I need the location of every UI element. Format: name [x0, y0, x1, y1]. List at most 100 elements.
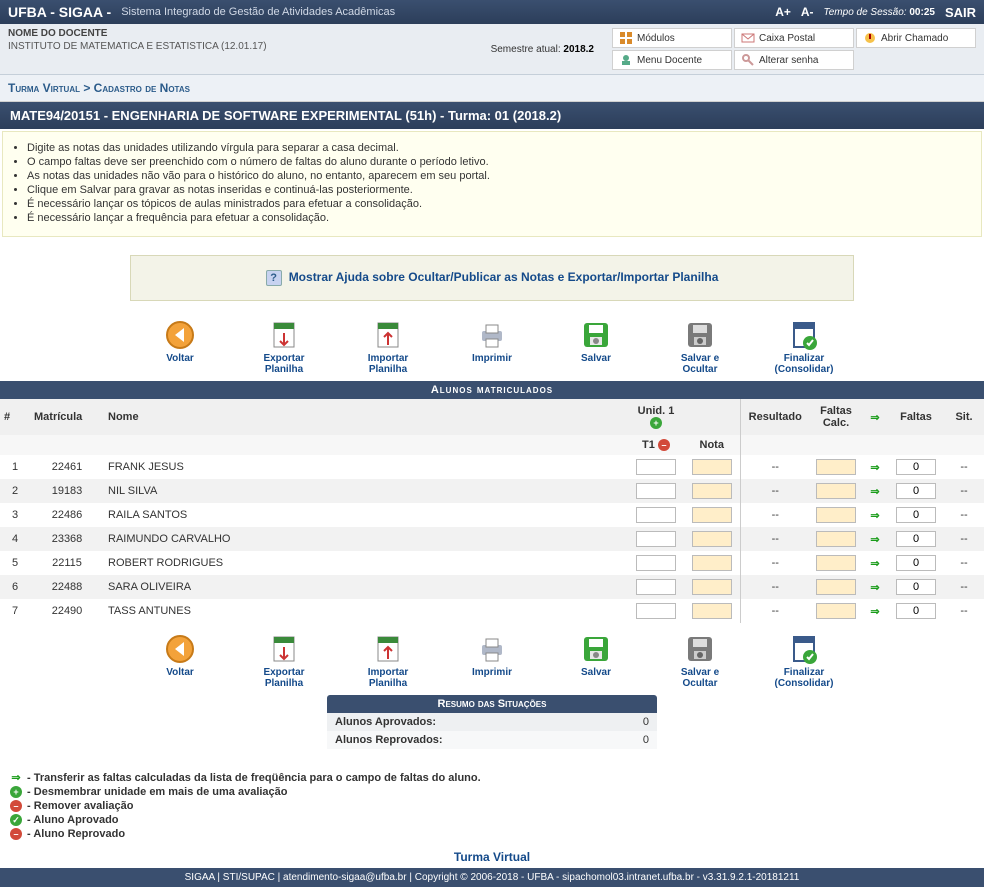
font-decrease[interactable]: A-: [801, 5, 814, 19]
tip-item: Digite as notas das unidades utilizando …: [27, 142, 971, 154]
salvar-button[interactable]: Salvar: [558, 319, 634, 375]
voltar-button[interactable]: Voltar: [142, 633, 218, 689]
cell-nome: RAIMUNDO CARVALHO: [104, 527, 628, 551]
cell-matricula: 22115: [30, 551, 104, 575]
faltas-input[interactable]: [896, 603, 936, 619]
faltas-input[interactable]: [896, 483, 936, 499]
menu-abrir-chamado[interactable]: Abrir Chamado: [856, 28, 976, 48]
menu-alterar-senha[interactable]: Alterar senha: [734, 50, 854, 70]
approved-icon: ✓: [8, 814, 24, 826]
legend-item: - Desmembrar unidade em mais de uma aval…: [24, 786, 288, 798]
faltas-input[interactable]: [896, 507, 936, 523]
arrow-right-icon[interactable]: ⇒: [870, 412, 879, 424]
cell-resultado: --: [740, 575, 810, 599]
finalizar-button[interactable]: Finalizar (Consolidar): [766, 319, 842, 375]
t1-input[interactable]: [636, 603, 676, 619]
cell-nome: RAILA SANTOS: [104, 503, 628, 527]
importar-planilha-button[interactable]: Importar Planilha: [350, 633, 426, 689]
t1-input[interactable]: [636, 531, 676, 547]
instructions-box: Digite as notas das unidades utilizando …: [2, 131, 982, 237]
table-row: 522115ROBERT RODRIGUES--⇒--: [0, 551, 984, 575]
tip-item: Clique em Salvar para gravar as notas in…: [27, 184, 971, 196]
col-matricula: Matrícula: [30, 399, 104, 435]
imprimir-button[interactable]: Imprimir: [454, 319, 530, 375]
transfer-faltas-button[interactable]: ⇒: [870, 510, 879, 522]
menu-modulos[interactable]: Módulos: [612, 28, 732, 48]
transfer-faltas-button[interactable]: ⇒: [870, 606, 879, 618]
transfer-faltas-button[interactable]: ⇒: [870, 486, 879, 498]
summary-failed-value: 0: [607, 731, 657, 749]
salvar-ocultar-button[interactable]: Salvar e Ocultar: [662, 319, 738, 375]
cell-sit: --: [944, 575, 984, 599]
add-unit-icon[interactable]: +: [650, 417, 662, 429]
salvar-ocultar-button[interactable]: Salvar e Ocultar: [662, 633, 738, 689]
tip-item: As notas das unidades não vão para o his…: [27, 170, 971, 182]
summary-approved-label: Alunos Aprovados:: [327, 713, 607, 731]
importar-planilha-button[interactable]: Importar Planilha: [350, 319, 426, 375]
cell-index: 2: [0, 479, 30, 503]
exportar-planilha-button[interactable]: Exportar Planilha: [246, 319, 322, 375]
cell-resultado: --: [740, 527, 810, 551]
cell-index: 7: [0, 599, 30, 623]
faltas-input[interactable]: [896, 555, 936, 571]
cell-sit: --: [944, 479, 984, 503]
transfer-faltas-button[interactable]: ⇒: [870, 582, 879, 594]
cell-nome: SARA OLIVEIRA: [104, 575, 628, 599]
ticket-icon: [863, 31, 877, 45]
help-link[interactable]: Mostrar Ajuda sobre Ocultar/Publicar as …: [289, 270, 719, 284]
brand-subtitle: Sistema Integrado de Gestão de Atividade…: [121, 6, 395, 18]
failed-icon: –: [8, 828, 24, 840]
arrow-right-icon: ⇒: [8, 771, 24, 784]
menu-docente[interactable]: Menu Docente: [612, 50, 732, 70]
table-row: 622488SARA OLIVEIRA--⇒--: [0, 575, 984, 599]
cell-matricula: 22461: [30, 455, 104, 479]
menu-caixa-postal[interactable]: Caixa Postal: [734, 28, 854, 48]
faltas-calc-input: [816, 603, 856, 619]
help-box: ? Mostrar Ajuda sobre Ocultar/Publicar a…: [130, 255, 854, 301]
faltas-calc-input: [816, 483, 856, 499]
transfer-faltas-button[interactable]: ⇒: [870, 534, 879, 546]
summary-approved-value: 0: [607, 713, 657, 731]
cell-nome: NIL SILVA: [104, 479, 628, 503]
toolbar-bottom: Voltar Exportar Planilha Importar Planil…: [0, 633, 984, 689]
finalizar-button[interactable]: Finalizar (Consolidar): [766, 633, 842, 689]
export-icon: [268, 633, 300, 665]
cell-index: 6: [0, 575, 30, 599]
teacher-icon: [619, 53, 633, 67]
t1-input[interactable]: [636, 483, 676, 499]
faltas-calc-input: [816, 579, 856, 595]
t1-input[interactable]: [636, 459, 676, 475]
cell-matricula: 19183: [30, 479, 104, 503]
t1-input[interactable]: [636, 507, 676, 523]
cell-index: 4: [0, 527, 30, 551]
transfer-faltas-button[interactable]: ⇒: [870, 462, 879, 474]
voltar-button[interactable]: Voltar: [142, 319, 218, 375]
table-row: 219183NIL SILVA--⇒--: [0, 479, 984, 503]
t1-input[interactable]: [636, 579, 676, 595]
col-faltas-calc: Faltas Calc.: [810, 399, 862, 435]
cell-matricula: 22486: [30, 503, 104, 527]
save-hide-icon: [684, 633, 716, 665]
cell-sit: --: [944, 599, 984, 623]
faltas-calc-input: [816, 459, 856, 475]
cell-index: 5: [0, 551, 30, 575]
salvar-button[interactable]: Salvar: [558, 633, 634, 689]
transfer-faltas-button[interactable]: ⇒: [870, 558, 879, 570]
faltas-input[interactable]: [896, 459, 936, 475]
print-icon: [476, 633, 508, 665]
faltas-input[interactable]: [896, 579, 936, 595]
font-increase[interactable]: A+: [775, 5, 791, 19]
export-icon: [268, 319, 300, 351]
faltas-input[interactable]: [896, 531, 936, 547]
imprimir-button[interactable]: Imprimir: [454, 633, 530, 689]
cell-index: 3: [0, 503, 30, 527]
logout-link[interactable]: SAIR: [945, 5, 976, 20]
remove-eval-icon[interactable]: –: [658, 439, 670, 451]
user-department: INSTITUTO DE MATEMATICA E ESTATISTICA (1…: [8, 41, 491, 52]
turma-virtual-link[interactable]: Turma Virtual: [454, 850, 530, 864]
mail-icon: [741, 31, 755, 45]
back-icon: [164, 319, 196, 351]
tip-item: É necessário lançar os tópicos de aulas …: [27, 198, 971, 210]
exportar-planilha-button[interactable]: Exportar Planilha: [246, 633, 322, 689]
t1-input[interactable]: [636, 555, 676, 571]
